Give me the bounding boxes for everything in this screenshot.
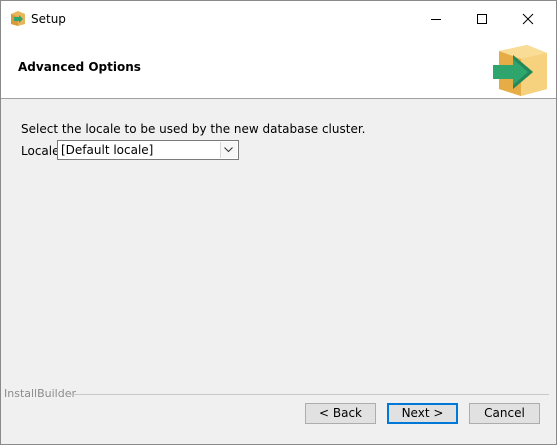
title-bar[interactable]: Setup [1, 1, 556, 37]
page-header: Advanced Options [1, 37, 556, 99]
page-title: Advanced Options [18, 60, 141, 74]
installbuilder-label: InstallBuilder [4, 387, 77, 400]
options-panel: Select the locale to be used by the new … [1, 99, 556, 389]
minimize-button[interactable] [413, 1, 459, 37]
installer-box-icon [9, 10, 26, 27]
close-icon [522, 13, 534, 25]
locale-select-value: [Default locale] [61, 143, 154, 157]
setup-window: Setup Advanced Options Select the locale… [0, 0, 557, 445]
chevron-down-icon [224, 147, 233, 153]
back-button[interactable]: < Back [305, 403, 376, 424]
window-title: Setup [31, 12, 66, 26]
close-button[interactable] [505, 1, 551, 37]
locale-label: Locale [21, 144, 60, 158]
installer-box-arrow-icon [491, 41, 549, 97]
locale-dropdown-button[interactable] [220, 142, 237, 158]
maximize-icon [477, 14, 487, 24]
cancel-button[interactable]: Cancel [469, 403, 540, 424]
next-button[interactable]: Next > [387, 403, 458, 424]
maximize-button[interactable] [459, 1, 505, 37]
minimize-icon [431, 19, 441, 20]
locale-select[interactable]: [Default locale] [57, 140, 239, 160]
footer-divider [69, 394, 549, 395]
instruction-text: Select the locale to be used by the new … [21, 122, 366, 136]
